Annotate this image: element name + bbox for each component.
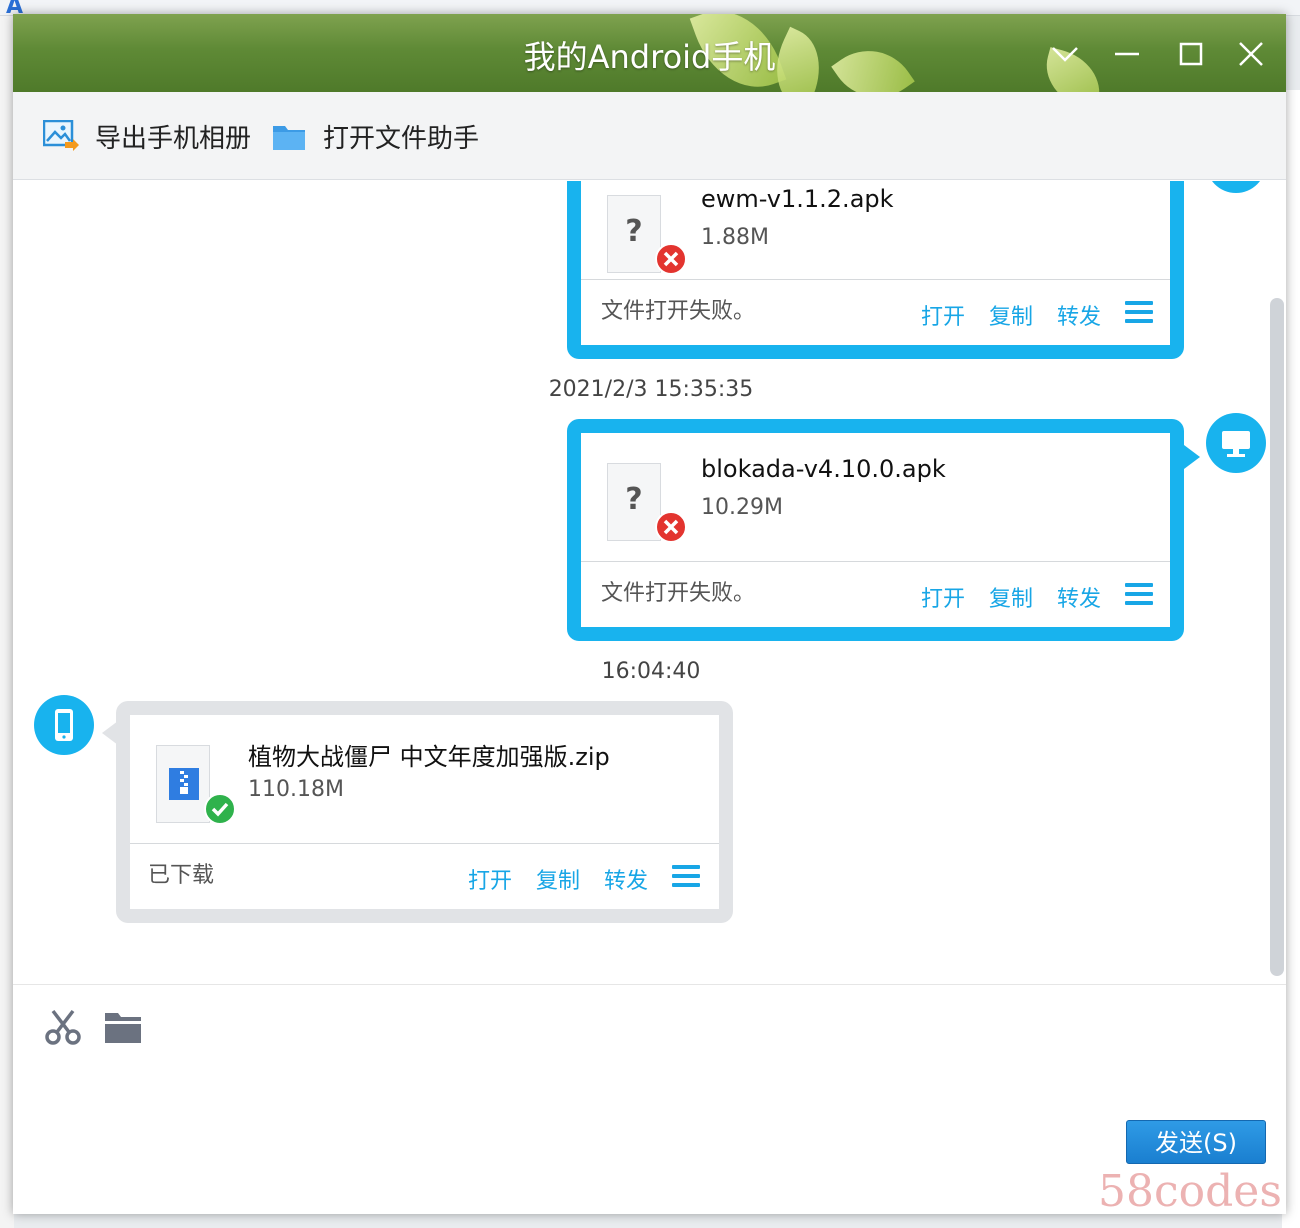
message-timestamp: 16:04:40 — [601, 659, 701, 684]
file-name[interactable]: ewm-v1.1.2.apk — [701, 185, 894, 213]
bubble-divider — [581, 561, 1170, 562]
bubble-tail — [1184, 445, 1200, 469]
unknown-file-icon: ? — [607, 463, 661, 541]
copy-file-link[interactable]: 复制 — [989, 299, 1033, 331]
file-size: 1.88M — [701, 225, 769, 250]
bubble-divider — [130, 843, 719, 844]
export-album-label: 导出手机相册 — [95, 123, 252, 154]
toolbar: 导出手机相册 打开文件助手 — [13, 92, 1286, 180]
file-size: 10.29M — [701, 495, 783, 520]
minimize-icon[interactable] — [1109, 36, 1145, 72]
phone-chat-window: 我的Android手机 导出手机相册 打开文件助手 ? ewm-v1.1.2.a… — [13, 14, 1286, 1214]
forward-file-link[interactable]: 转发 — [604, 863, 648, 895]
menu-icon[interactable] — [1125, 583, 1153, 605]
file-name[interactable]: 植物大战僵尸 中文年度加强版.zip — [248, 737, 610, 772]
file-status: 文件打开失败。 — [601, 299, 756, 324]
watermark: 58codes — [1098, 1166, 1282, 1217]
monitor-avatar-icon — [1206, 413, 1266, 473]
file-message-bubble: ? ewm-v1.1.2.apk 1.88M 文件打开失败。 打开 复制 转发 — [567, 181, 1184, 359]
chat-scrollbar[interactable] — [1270, 298, 1284, 976]
file-name[interactable]: blokada-v4.10.0.apk — [701, 455, 946, 483]
message-input-area[interactable]: 发送(S) — [13, 985, 1286, 1214]
copy-file-link[interactable]: 复制 — [536, 863, 580, 895]
title-bar[interactable]: 我的Android手机 — [13, 14, 1286, 116]
folder-icon — [273, 126, 305, 150]
chat-history[interactable]: ? ewm-v1.1.2.apk 1.88M 文件打开失败。 打开 复制 转发 … — [13, 181, 1286, 985]
forward-file-link[interactable]: 转发 — [1057, 299, 1101, 331]
error-badge-icon — [655, 243, 687, 275]
window-title: 我的Android手机 — [523, 38, 776, 76]
maximize-icon[interactable] — [1173, 36, 1209, 72]
zip-file-icon — [156, 745, 210, 823]
open-file-link[interactable]: 打开 — [921, 299, 965, 331]
success-badge-icon — [204, 793, 236, 825]
open-file-link[interactable]: 打开 — [468, 863, 512, 895]
image-export-icon — [43, 120, 79, 151]
open-file-link[interactable]: 打开 — [921, 581, 965, 613]
scissors-icon[interactable] — [43, 1007, 83, 1047]
file-status: 文件打开失败。 — [601, 581, 756, 606]
chevron-down-icon[interactable] — [1047, 36, 1083, 72]
file-message-bubble: ? blokada-v4.10.0.apk 10.29M 文件打开失败。 打开 … — [567, 419, 1184, 641]
file-status: 已下载 — [148, 863, 215, 888]
message-timestamp: 2021/2/3 15:35:35 — [548, 377, 754, 402]
forward-file-link[interactable]: 转发 — [1057, 581, 1101, 613]
open-file-assistant-button[interactable]: 打开文件助手 — [271, 118, 479, 154]
monitor-avatar-icon — [1206, 181, 1266, 193]
unknown-file-icon: ? — [607, 195, 661, 273]
error-badge-icon — [655, 511, 687, 543]
folder-icon[interactable] — [103, 1007, 143, 1047]
open-file-assistant-label: 打开文件助手 — [323, 123, 480, 154]
copy-file-link[interactable]: 复制 — [989, 581, 1033, 613]
send-button[interactable]: 发送(S) — [1126, 1120, 1266, 1164]
export-album-button[interactable]: 导出手机相册 — [43, 118, 251, 154]
menu-icon[interactable] — [672, 865, 700, 887]
file-size: 110.18M — [248, 777, 344, 802]
file-message-bubble: 植物大战僵尸 中文年度加强版.zip 110.18M 已下载 打开 复制 转发 — [116, 701, 733, 923]
bubble-divider — [581, 279, 1170, 280]
phone-avatar-icon — [34, 695, 94, 755]
menu-icon[interactable] — [1125, 301, 1153, 323]
close-icon[interactable] — [1233, 36, 1269, 72]
background-app-margin — [0, 16, 14, 1228]
